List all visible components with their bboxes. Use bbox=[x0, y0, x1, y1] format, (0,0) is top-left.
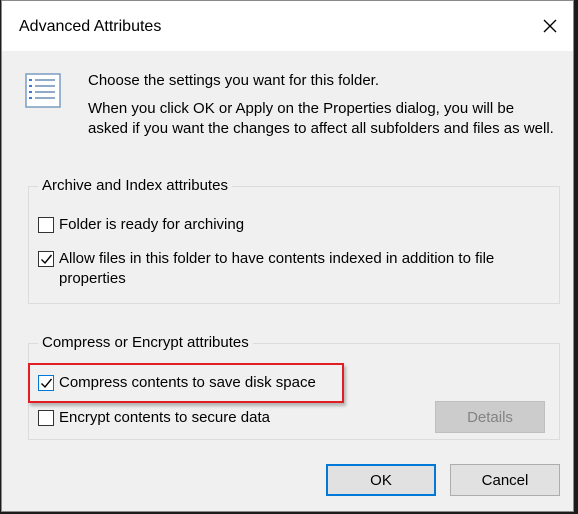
attributes-list-icon bbox=[25, 73, 61, 108]
allow-indexing-checkbox[interactable] bbox=[38, 251, 54, 267]
info-line-2: When you click OK or Apply on the Proper… bbox=[88, 100, 554, 137]
info-line-1: Choose the settings you want for this fo… bbox=[88, 72, 379, 89]
info-text: Choose the settings you want for this fo… bbox=[88, 71, 558, 139]
encrypt-option[interactable]: Encrypt contents to secure data bbox=[38, 408, 270, 428]
close-button[interactable] bbox=[527, 1, 573, 51]
encrypt-checkbox[interactable] bbox=[38, 410, 54, 426]
advanced-attributes-dialog: Advanced Attributes Choose the settings … bbox=[1, 0, 574, 512]
dialog-title: Advanced Attributes bbox=[19, 18, 162, 35]
ready-for-archiving-label[interactable]: Folder is ready for archiving bbox=[59, 215, 244, 235]
archive-index-legend: Archive and Index attributes bbox=[38, 176, 232, 196]
ok-button[interactable]: OK bbox=[326, 464, 436, 496]
allow-indexing-option[interactable]: Allow files in this folder to have conte… bbox=[38, 249, 548, 289]
compress-option[interactable]: Compress contents to save disk space bbox=[38, 373, 316, 393]
ready-for-archiving-checkbox[interactable] bbox=[38, 217, 54, 233]
checkmark-icon bbox=[40, 254, 52, 264]
allow-indexing-label[interactable]: Allow files in this folder to have conte… bbox=[59, 249, 548, 289]
title-bar: Advanced Attributes bbox=[2, 1, 573, 51]
encrypt-label[interactable]: Encrypt contents to secure data bbox=[59, 408, 270, 428]
compress-encrypt-legend: Compress or Encrypt attributes bbox=[38, 333, 253, 353]
ready-for-archiving-option[interactable]: Folder is ready for archiving bbox=[38, 215, 244, 235]
details-button[interactable]: Details bbox=[435, 401, 545, 433]
compress-checkbox[interactable] bbox=[38, 375, 54, 391]
cancel-button[interactable]: Cancel bbox=[450, 464, 560, 496]
compress-label[interactable]: Compress contents to save disk space bbox=[59, 373, 316, 393]
close-icon bbox=[543, 19, 557, 33]
checkmark-icon bbox=[40, 378, 52, 388]
